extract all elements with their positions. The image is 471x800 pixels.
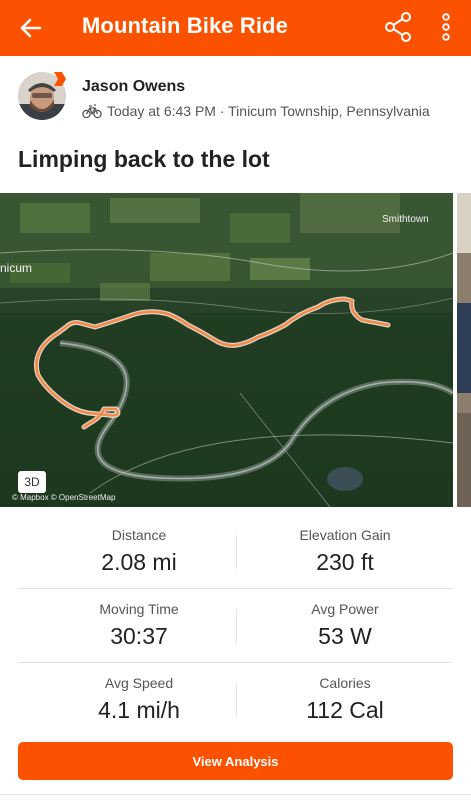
activity-title: Limping back to the lot bbox=[18, 146, 270, 172]
stat-label: Avg Speed bbox=[104, 675, 174, 691]
stat-avg-power: Avg Power 53 W bbox=[245, 601, 445, 650]
stats-row: Distance 2.08 mi Elevation Gain 230 ft bbox=[0, 515, 471, 589]
mountain-bike-icon bbox=[82, 104, 102, 119]
stat-value: 4.1 mi/h bbox=[98, 697, 180, 723]
route-map[interactable]: Smithtown nicum 3D © Mapbox © OpenStreet… bbox=[0, 193, 453, 507]
app-bar: Mountain Bike Ride bbox=[0, 0, 471, 56]
more-button[interactable] bbox=[432, 8, 460, 46]
stat-value: 112 Cal bbox=[306, 697, 384, 723]
page-title: Mountain Bike Ride bbox=[82, 13, 288, 38]
stat-elevation-gain: Elevation Gain 230 ft bbox=[245, 527, 445, 576]
share-button[interactable] bbox=[380, 8, 416, 46]
activity-meta-text: Today at 6:43 PM · Tinicum Township, Pen… bbox=[107, 103, 430, 119]
stat-label: Avg Power bbox=[311, 601, 379, 617]
map-place-label: nicum bbox=[0, 261, 33, 275]
divider bbox=[0, 794, 471, 795]
map-3d-toggle[interactable]: 3D bbox=[18, 471, 46, 493]
stat-value: 2.08 mi bbox=[101, 549, 177, 575]
map-attribution[interactable]: © Mapbox © OpenStreetMap bbox=[12, 493, 115, 502]
next-photo-preview[interactable] bbox=[457, 193, 471, 507]
stat-label: Moving Time bbox=[99, 601, 179, 617]
activity-meta: Today at 6:43 PM · Tinicum Township, Pen… bbox=[82, 103, 430, 119]
view-analysis-button[interactable]: View Analysis bbox=[18, 742, 453, 780]
athlete-name[interactable]: Jason Owens bbox=[82, 78, 185, 96]
stat-value: 53 W bbox=[318, 623, 372, 649]
map-place-label: Smithtown bbox=[382, 214, 429, 225]
share-icon bbox=[385, 12, 411, 42]
more-vertical-icon bbox=[442, 13, 450, 41]
map-canvas bbox=[0, 193, 453, 507]
stat-distance: Distance 2.08 mi bbox=[39, 527, 239, 576]
divider bbox=[236, 683, 237, 717]
divider bbox=[236, 609, 237, 643]
stat-calories: Calories 112 Cal bbox=[245, 675, 445, 724]
stats-row: Avg Speed 4.1 mi/h Calories 112 Cal bbox=[0, 663, 471, 737]
arrow-left-icon bbox=[20, 18, 42, 38]
stat-value: 30:37 bbox=[110, 623, 168, 649]
stat-label: Calories bbox=[319, 675, 371, 691]
stat-label: Distance bbox=[111, 527, 167, 543]
stat-moving-time: Moving Time 30:37 bbox=[39, 601, 239, 650]
divider bbox=[236, 535, 237, 569]
back-button[interactable] bbox=[14, 11, 48, 45]
stat-value: 230 ft bbox=[316, 549, 374, 575]
premium-badge-icon bbox=[54, 72, 66, 86]
stats-row: Moving Time 30:37 Avg Power 53 W bbox=[0, 589, 471, 663]
stat-avg-speed: Avg Speed 4.1 mi/h bbox=[39, 675, 239, 724]
athlete-header: Jason Owens Today at 6:43 PM · Tinicum T… bbox=[0, 56, 471, 138]
photo-thumbnail bbox=[457, 193, 471, 507]
stat-label: Elevation Gain bbox=[299, 527, 391, 543]
